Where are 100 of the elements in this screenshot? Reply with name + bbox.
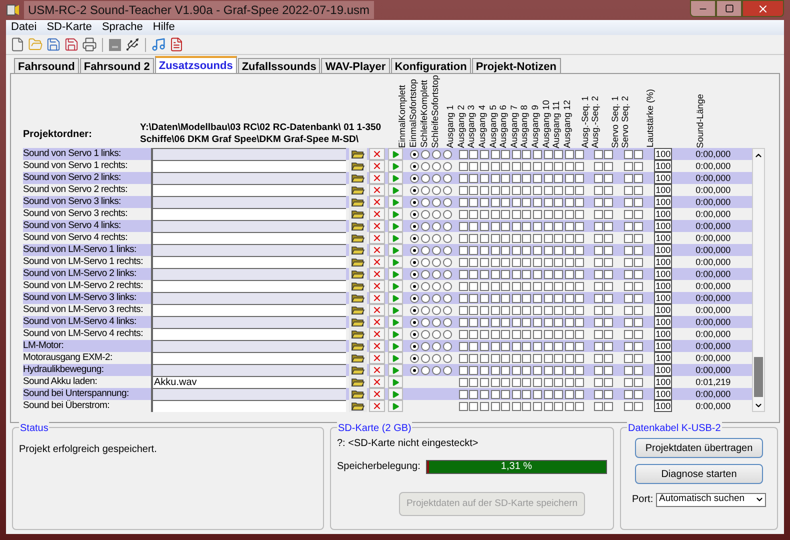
open-folder-button[interactable] (349, 364, 367, 376)
checkbox[interactable] (634, 210, 643, 218)
checkbox[interactable] (501, 198, 510, 206)
checkbox[interactable] (480, 258, 489, 266)
checkbox[interactable] (564, 246, 574, 254)
checkbox[interactable] (532, 378, 542, 386)
checkbox[interactable] (469, 162, 478, 170)
checkbox[interactable] (594, 402, 603, 410)
radio-button[interactable] (443, 234, 452, 242)
radio-button[interactable] (421, 246, 430, 254)
checkbox[interactable] (522, 234, 532, 242)
file-field[interactable] (151, 220, 346, 232)
radio-button[interactable] (421, 270, 430, 278)
checkbox[interactable] (458, 150, 468, 158)
checkbox[interactable] (564, 186, 574, 194)
scrollbar-thumb[interactable] (754, 357, 764, 397)
radio-button[interactable] (432, 366, 441, 374)
checkbox[interactable] (634, 282, 643, 290)
file-field[interactable] (151, 160, 346, 172)
tab[interactable]: WAV-Player (321, 58, 390, 73)
checkbox[interactable] (522, 354, 532, 362)
checkbox[interactable] (501, 342, 510, 350)
checkbox[interactable] (512, 354, 521, 362)
checkbox[interactable] (480, 246, 489, 254)
delete-button[interactable] (369, 352, 385, 364)
checkbox[interactable] (480, 162, 489, 170)
checkbox[interactable] (469, 294, 478, 302)
file-field[interactable] (151, 364, 346, 376)
tab[interactable]: Fahrsound 2 (80, 58, 154, 73)
play-button[interactable] (388, 208, 403, 220)
checkbox[interactable] (469, 342, 478, 350)
checkbox[interactable] (564, 162, 574, 170)
file-field[interactable] (151, 244, 346, 256)
tab[interactable]: Konfiguration (390, 58, 471, 73)
checkbox[interactable] (532, 390, 542, 398)
checkbox[interactable] (532, 174, 542, 182)
checkbox[interactable] (624, 162, 633, 170)
checkbox[interactable] (532, 162, 542, 170)
checkbox[interactable] (594, 366, 603, 374)
checkbox[interactable] (554, 354, 564, 362)
checkbox[interactable] (575, 402, 584, 410)
file-field[interactable] (151, 280, 346, 292)
checkbox[interactable] (490, 222, 500, 230)
checkbox[interactable] (554, 306, 564, 314)
open-folder-button[interactable] (349, 340, 367, 352)
checkbox[interactable] (554, 174, 564, 182)
checkbox[interactable] (522, 174, 532, 182)
checkbox[interactable] (501, 318, 510, 326)
checkbox[interactable] (604, 210, 613, 218)
print-icon[interactable] (82, 37, 97, 52)
checkbox[interactable] (469, 366, 478, 374)
checkbox[interactable] (624, 366, 633, 374)
checkbox[interactable] (490, 258, 500, 266)
file-field[interactable]: Akku.wav (151, 376, 346, 388)
play-button[interactable] (388, 172, 403, 184)
checkbox[interactable] (469, 234, 478, 242)
checkbox[interactable] (458, 222, 468, 230)
checkbox[interactable] (512, 174, 521, 182)
radio-button[interactable] (432, 294, 441, 302)
checkbox[interactable] (544, 402, 553, 410)
checkbox[interactable] (469, 330, 478, 338)
radio-button[interactable] (432, 222, 441, 230)
radio-button[interactable] (432, 258, 441, 266)
checkbox[interactable] (512, 162, 521, 170)
radio-button[interactable] (421, 162, 430, 170)
checkbox[interactable] (604, 246, 613, 254)
file-field[interactable] (151, 256, 346, 268)
play-button[interactable] (388, 388, 403, 400)
radio-button[interactable] (432, 342, 441, 350)
volume-field[interactable]: 100 (654, 388, 672, 400)
checkbox[interactable] (634, 150, 643, 158)
play-button[interactable] (388, 340, 403, 352)
tab[interactable]: Projekt-Notizen (472, 58, 560, 73)
checkbox[interactable] (594, 318, 603, 326)
checkbox[interactable] (634, 366, 643, 374)
radio-button[interactable] (432, 150, 441, 158)
file-field[interactable] (151, 400, 346, 412)
checkbox[interactable] (554, 294, 564, 302)
checkbox[interactable] (594, 258, 603, 266)
checkbox[interactable] (480, 318, 489, 326)
checkbox[interactable] (522, 390, 532, 398)
checkbox[interactable] (624, 318, 633, 326)
checkbox[interactable] (469, 378, 478, 386)
delete-button[interactable] (369, 340, 385, 352)
checkbox[interactable] (512, 390, 521, 398)
volume-field[interactable]: 100 (654, 160, 672, 172)
checkbox[interactable] (512, 270, 521, 278)
checkbox[interactable] (594, 390, 603, 398)
delete-button[interactable] (369, 328, 385, 340)
checkbox[interactable] (512, 294, 521, 302)
checkbox[interactable] (624, 186, 633, 194)
checkbox[interactable] (501, 330, 510, 338)
radio-button[interactable] (410, 174, 419, 182)
open-folder-button[interactable] (349, 244, 367, 256)
checkbox[interactable] (458, 366, 468, 374)
checkbox[interactable] (490, 210, 500, 218)
pdf-document-icon[interactable] (169, 37, 184, 52)
checkbox[interactable] (594, 150, 603, 158)
checkbox[interactable] (458, 282, 468, 290)
checkbox[interactable] (544, 198, 553, 206)
